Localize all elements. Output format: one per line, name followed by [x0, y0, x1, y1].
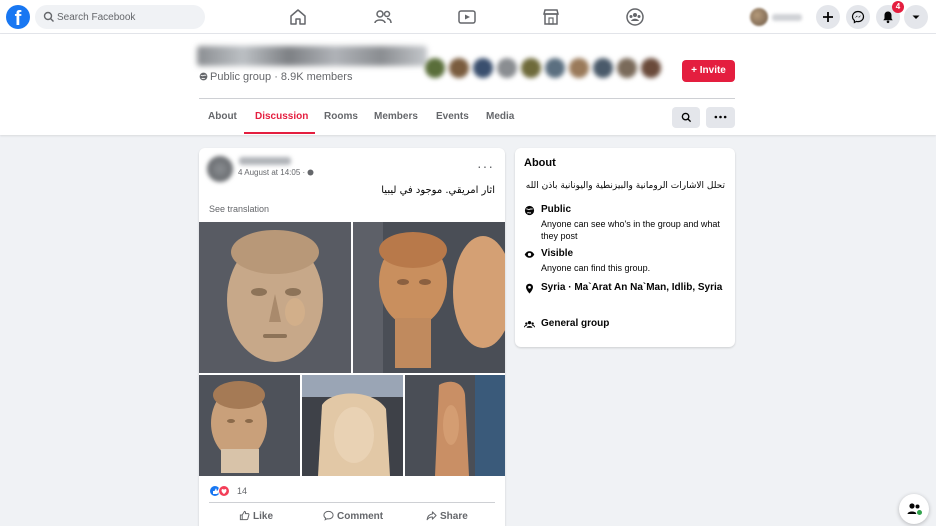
avatar	[750, 8, 768, 26]
post-body-text: اثار امريقي. موجود في ليبيا	[381, 185, 495, 196]
love-reaction-icon	[218, 485, 230, 497]
member-avatars-blurred	[425, 56, 665, 80]
post-author-blurred[interactable]	[239, 157, 291, 165]
bell-icon	[883, 11, 893, 24]
search-box[interactable]	[35, 5, 205, 29]
group-title-blurred	[197, 46, 427, 66]
messenger-icon	[851, 10, 865, 24]
marketplace-icon[interactable]	[540, 6, 562, 28]
plus-icon	[823, 12, 833, 22]
see-translation-link[interactable]: See translation	[209, 204, 269, 214]
home-icon[interactable]	[287, 6, 309, 28]
globe-icon	[524, 205, 535, 216]
profile-name-blurred	[772, 14, 802, 21]
globe-icon	[307, 169, 314, 176]
post-photo[interactable]	[302, 375, 403, 476]
comment-icon	[323, 510, 334, 521]
about-title: About	[524, 157, 556, 169]
avatar[interactable]	[207, 156, 233, 182]
top-navigation-bar: f 4	[0, 0, 936, 34]
statue-torso-image	[302, 375, 403, 476]
share-button[interactable]: Share	[426, 510, 468, 522]
statue-head-image	[199, 222, 351, 373]
like-button[interactable]: Like	[239, 510, 273, 522]
tab-rooms[interactable]: Rooms	[324, 111, 358, 122]
feed-post: 4 August at 14:05 · ··· اثار امريقي. موج…	[199, 148, 505, 526]
comment-button[interactable]: Comment	[323, 510, 383, 522]
about-row-heading: Syria · Ma`Arat An Na`Man, Idlib, Syria	[541, 282, 723, 293]
like-label: Like	[253, 511, 274, 522]
reaction-count[interactable]: 14	[237, 486, 247, 496]
search-icon	[681, 112, 692, 123]
header-divider	[199, 98, 735, 99]
eye-icon	[524, 251, 535, 258]
post-photo[interactable]	[199, 222, 351, 373]
group-description: تحلل الاشارات الرومانية والبيزنطية واليو…	[525, 181, 725, 191]
group-icon	[524, 321, 535, 328]
about-row-description: Anyone can find this group.	[541, 263, 651, 273]
facebook-logo-letter: f	[14, 8, 22, 29]
share-label: Share	[440, 511, 468, 522]
tab-members[interactable]: Members	[374, 111, 418, 122]
post-photo[interactable]	[199, 375, 300, 476]
profile-shortcut[interactable]	[748, 6, 808, 28]
about-row-description: Anyone can see who's in the group and wh…	[541, 219, 720, 241]
messenger-button[interactable]	[846, 5, 870, 29]
post-timestamp[interactable]: 4 August at 14:05 ·	[238, 168, 314, 177]
new-message-button[interactable]	[899, 494, 929, 524]
about-row-heading: General group	[541, 318, 610, 329]
notifications-button[interactable]: 4	[876, 1, 904, 29]
tab-about[interactable]: About	[208, 111, 237, 122]
account-menu-button[interactable]	[904, 5, 928, 29]
search-icon	[43, 11, 54, 22]
post-options-button[interactable]: ···	[477, 158, 494, 174]
about-row-heading: Visible	[541, 248, 574, 259]
about-row-heading: Public	[541, 204, 572, 215]
statue-head-image	[353, 222, 505, 373]
statue-head-image	[199, 375, 300, 476]
facebook-logo[interactable]: f	[6, 5, 30, 29]
more-icon	[714, 115, 727, 119]
active-tab-indicator	[244, 132, 315, 134]
search-input[interactable]	[57, 5, 197, 29]
create-button[interactable]	[816, 5, 840, 29]
about-card: About تحلل الاشارات الرومانية والبيزنطية…	[515, 148, 735, 347]
location-pin-icon	[526, 283, 533, 294]
statue-fragment-image	[405, 375, 505, 476]
post-photo[interactable]	[353, 222, 505, 373]
chevron-down-icon	[912, 15, 920, 19]
notification-count-badge: 4	[892, 1, 904, 13]
group-meta-text: Public group · 8.9K members	[210, 71, 353, 83]
post-date-text: 4 August at 14:05 ·	[238, 168, 308, 177]
group-header: Public group · 8.9K members + Invite Abo…	[0, 34, 936, 135]
post-photo[interactable]	[405, 375, 505, 476]
share-icon	[426, 511, 437, 521]
invite-button[interactable]: + Invite	[682, 60, 735, 82]
friends-icon[interactable]	[372, 6, 394, 28]
comment-label: Comment	[337, 511, 384, 522]
post-divider	[209, 502, 495, 503]
group-more-button[interactable]	[706, 107, 735, 128]
groups-icon[interactable]	[624, 6, 646, 28]
tab-events[interactable]: Events	[436, 111, 469, 122]
group-search-button[interactable]	[672, 107, 700, 128]
globe-icon	[199, 72, 208, 81]
tab-discussion[interactable]: Discussion	[255, 111, 308, 122]
online-status-dot	[916, 509, 923, 516]
watch-icon[interactable]	[456, 6, 478, 28]
tab-media[interactable]: Media	[486, 111, 514, 122]
thumbs-up-icon	[239, 510, 250, 521]
group-meta: Public group · 8.9K members	[199, 71, 352, 83]
